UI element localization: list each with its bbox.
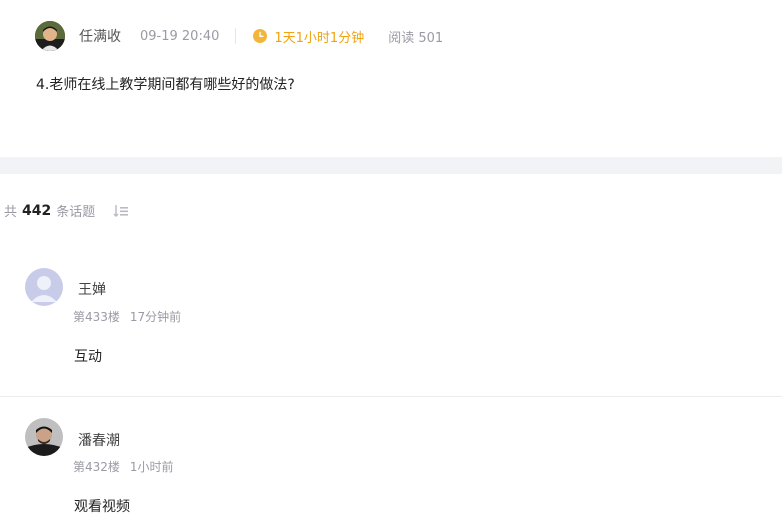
post-time: 09-19 20:40 <box>140 28 220 44</box>
reply-floor: 第432楼 <box>73 460 120 474</box>
reply-time: 1小时前 <box>129 460 174 474</box>
reply-floor: 第433楼 <box>73 310 120 324</box>
duration-badge: 1天1小时1分钟 <box>253 27 364 46</box>
duration-text: 1天1小时1分钟 <box>274 30 365 46</box>
default-avatar-icon <box>25 268 63 306</box>
reply-author[interactable]: 王婵 <box>78 279 106 299</box>
author-name[interactable]: 任满收 <box>79 26 121 46</box>
reply-avatar[interactable] <box>25 418 63 456</box>
meta-divider <box>235 28 237 44</box>
user-photo <box>25 418 63 456</box>
topic-count-prefix: 共 <box>4 205 18 220</box>
author-row: 任满收 09-19 20:40 1天1小时1分钟 阅读 501 <box>35 21 443 51</box>
section-band <box>0 157 782 174</box>
clock-icon <box>253 29 268 43</box>
reply-separator <box>0 396 782 397</box>
reply-meta: 第432楼 1小时前 <box>73 458 174 475</box>
reply-body: 互动 <box>74 349 102 365</box>
reply-avatar[interactable] <box>25 268 63 306</box>
topic-count-suffix: 条话题 <box>56 205 96 220</box>
reply-body: 观看视频 <box>74 499 130 515</box>
topic-count: 共 442 条话题 <box>4 201 129 220</box>
read-count: 阅读 501 <box>388 30 444 46</box>
post-question: 4.老师在线上教学期间都有哪些好的做法? <box>36 77 295 93</box>
sort-icon[interactable] <box>113 204 129 218</box>
reply-time: 17分钟前 <box>129 310 182 324</box>
author-photo <box>35 21 65 51</box>
author-avatar[interactable] <box>35 21 65 51</box>
topic-count-number: 442 <box>22 202 52 219</box>
post-header: 任满收 09-19 20:40 1天1小时1分钟 阅读 501 4.老师在线上教… <box>0 0 782 157</box>
reply-author[interactable]: 潘春潮 <box>78 430 120 450</box>
reply-meta: 第433楼 17分钟前 <box>73 308 181 325</box>
